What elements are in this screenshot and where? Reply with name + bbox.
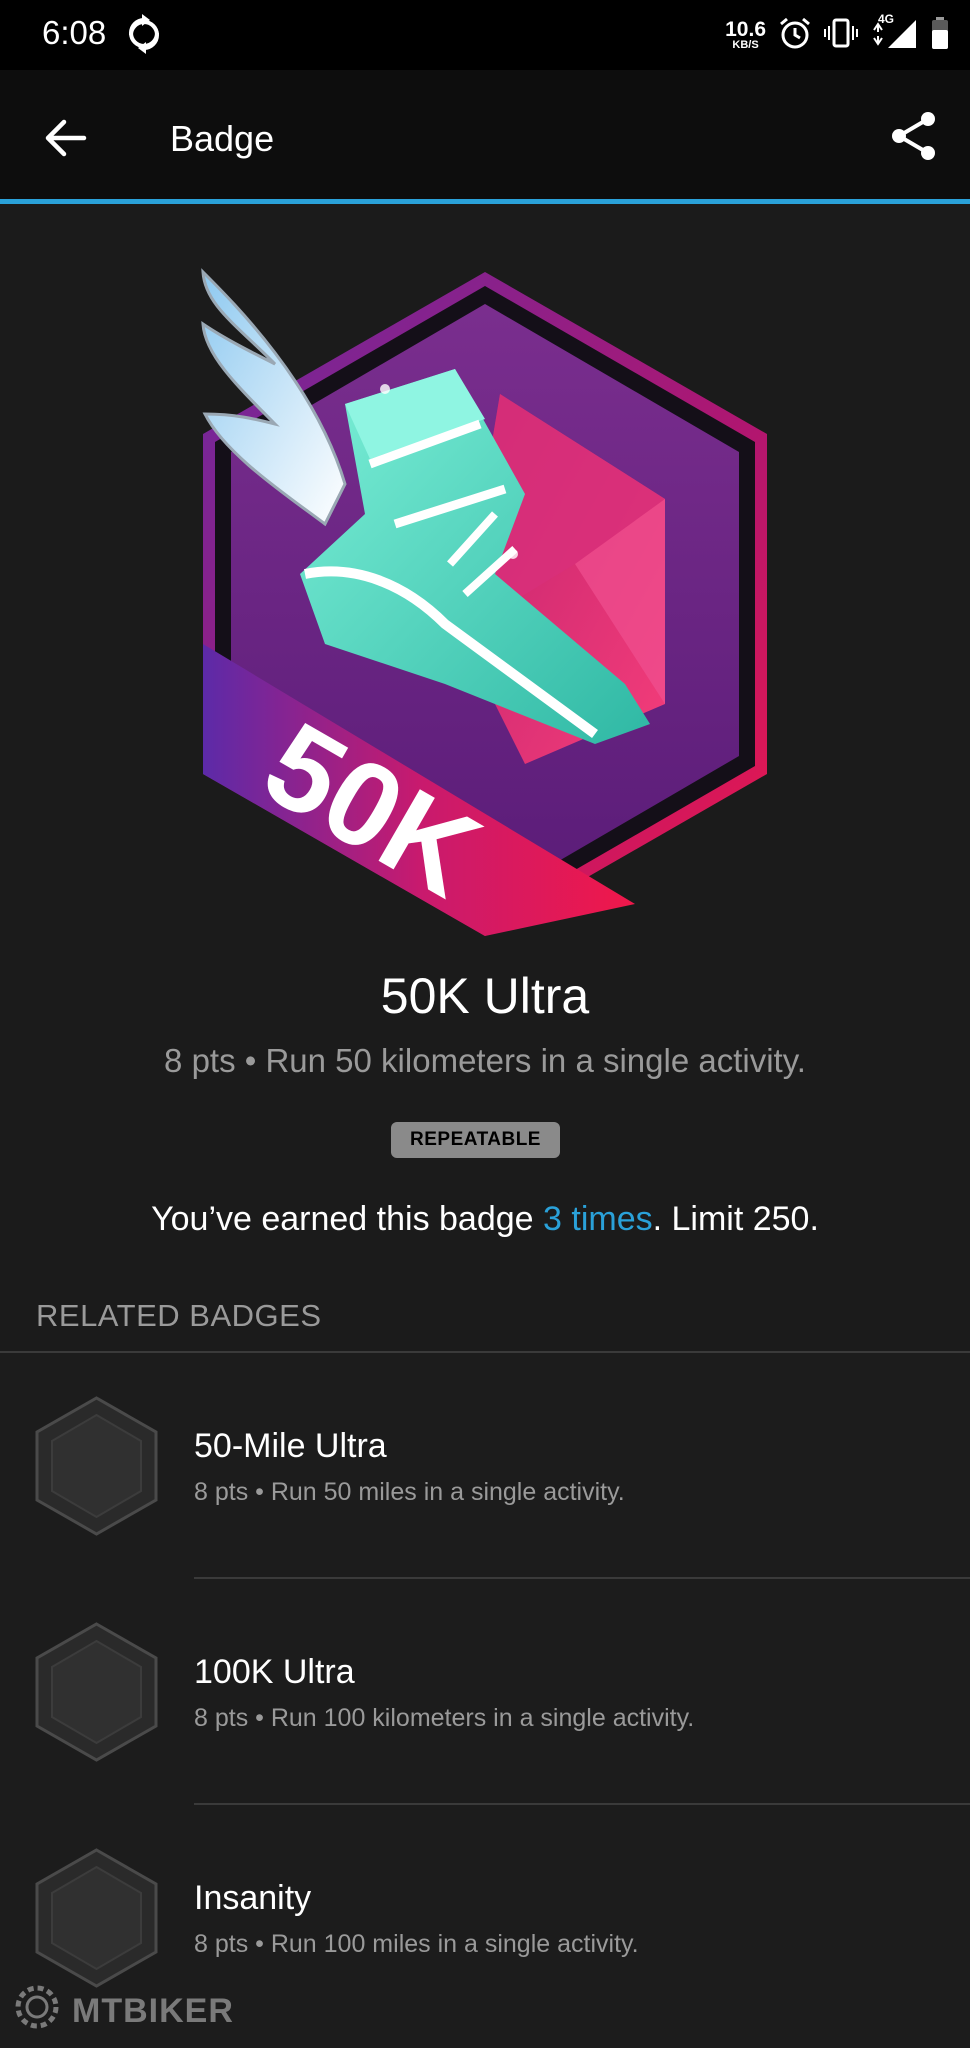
network-speed-value: 10.6 xyxy=(725,18,766,41)
earned-suffix: . Limit 250. xyxy=(652,1200,819,1238)
app-bar: Badge xyxy=(0,70,970,204)
related-badge-description: 8 pts • Run 50 miles in a single activit… xyxy=(194,1478,625,1506)
status-bar: 6:08 10.6 KB/S 4G xyxy=(0,0,970,70)
earned-summary: You’ve earned this badge 3 times. Limit … xyxy=(0,1200,970,1239)
page-title: Badge xyxy=(170,118,275,159)
related-badges-heading: RELATED BADGES xyxy=(36,1298,322,1333)
locked-badge-icon xyxy=(34,1395,159,1537)
network-speed: 10.6 KB/S xyxy=(725,19,766,51)
related-badge-name: 100K Ultra xyxy=(194,1653,355,1691)
signal-icon: 4G xyxy=(870,12,918,55)
earned-prefix: You’ve earned this badge xyxy=(151,1200,544,1238)
earned-times-link[interactable]: 3 times xyxy=(543,1200,653,1238)
back-arrow-icon[interactable] xyxy=(42,115,88,161)
repeatable-tag: REPEATABLE xyxy=(391,1122,560,1158)
vibrate-icon xyxy=(824,16,858,55)
battery-icon xyxy=(930,16,950,55)
related-badge-name: 50-Mile Ultra xyxy=(194,1427,387,1465)
locked-badge-icon xyxy=(34,1621,159,1763)
list-item[interactable]: 100K Ultra 8 pts • Run 100 kilometers in… xyxy=(0,1579,970,1805)
related-badge-description: 8 pts • Run 100 kilometers in a single a… xyxy=(194,1704,695,1732)
alarm-icon xyxy=(778,16,812,55)
related-badge-description: 8 pts • Run 100 miles in a single activi… xyxy=(194,1930,639,1958)
badge-description: 8 pts • Run 50 kilometers in a single ac… xyxy=(164,1042,806,1079)
status-time: 6:08 xyxy=(42,14,107,51)
badge-name: 50K Ultra xyxy=(380,968,590,1024)
network-type: 4G xyxy=(878,11,895,26)
status-icons: 10.6 KB/S 4G xyxy=(725,10,950,60)
related-badges-list: 50-Mile Ultra 8 pts • Run 50 miles in a … xyxy=(0,1353,970,2048)
sync-icon xyxy=(126,14,162,59)
list-item[interactable]: 50-Mile Ultra 8 pts • Run 50 miles in a … xyxy=(0,1353,970,1579)
watermark: MTBIKER xyxy=(10,1980,234,2043)
related-badge-name: Insanity xyxy=(194,1879,312,1917)
watermark-text: MTBIKER xyxy=(72,1992,234,2030)
gear-icon xyxy=(10,1980,64,2043)
network-speed-unit: KB/S xyxy=(732,39,759,51)
badge-image: 50K xyxy=(195,264,785,944)
locked-badge-icon xyxy=(34,1847,159,1989)
badge-detail: 50K 50K Ultra 8 pts • Run 50 kilometers … xyxy=(0,204,970,1351)
share-icon[interactable] xyxy=(888,110,940,162)
